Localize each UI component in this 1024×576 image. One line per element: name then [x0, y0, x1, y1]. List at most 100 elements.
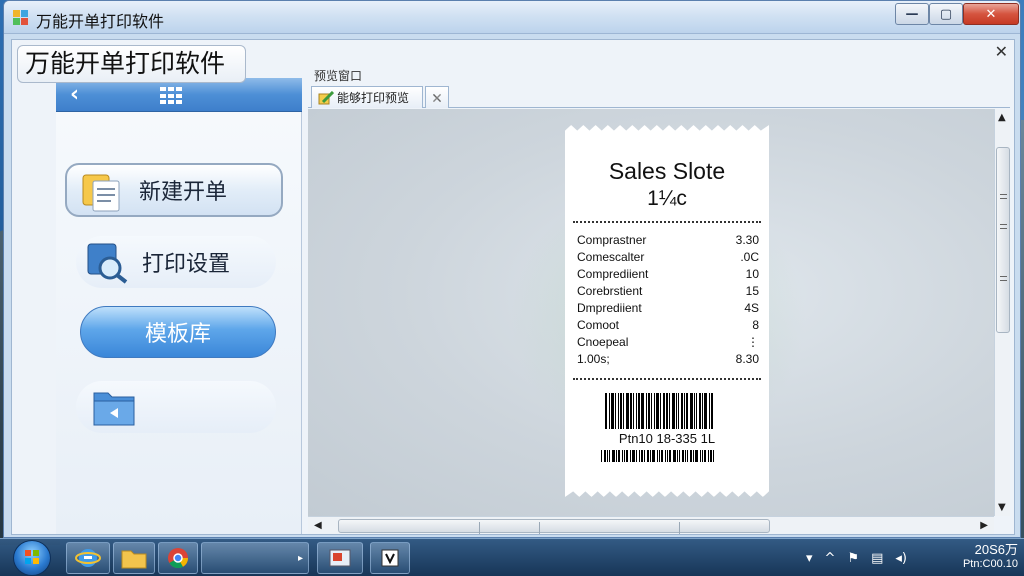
barcode-bar — [647, 450, 649, 462]
vertical-scrollbar[interactable]: ▲ ▼ — [994, 109, 1010, 516]
grid-view-icon[interactable] — [160, 87, 182, 105]
barcode-bar — [639, 450, 640, 462]
barcode-bar — [681, 393, 683, 429]
receipt-divider-bottom — [573, 378, 761, 380]
barcode-bar — [669, 450, 671, 462]
barcode-bar — [616, 450, 617, 462]
print-settings-label: 打印设置 — [142, 252, 231, 277]
barcode-bar — [687, 450, 688, 462]
barcode-bar — [710, 450, 712, 462]
taskbar-print-app-button[interactable] — [370, 542, 410, 574]
barcode-bar — [677, 450, 678, 462]
barcode-bar — [659, 450, 660, 462]
back-arrow-icon[interactable]: ‹ — [70, 82, 79, 107]
navigation-panel: ‹ 新建开单 打印设置 模板库 — [56, 78, 302, 534]
taskbar-app-button[interactable] — [317, 542, 363, 574]
horizontal-scroll-thumb[interactable] — [338, 519, 770, 534]
tray-network-icon[interactable]: ▤ — [871, 551, 883, 566]
barcode-bar — [666, 393, 668, 429]
barcode-bar — [678, 393, 679, 429]
print-settings-button[interactable]: 打印设置 — [76, 236, 276, 288]
preview-caption: 预览窗口 — [314, 69, 363, 83]
barcode-bar — [704, 393, 707, 429]
tray-show-hidden-icon[interactable]: ^ — [825, 551, 836, 566]
barcode-bar — [601, 450, 602, 462]
barcode-bar — [618, 393, 619, 429]
barcode-bar — [632, 450, 635, 462]
barcode-bar — [626, 450, 628, 462]
receipt-row: Comoot 8 — [577, 318, 759, 332]
tray-flag-icon[interactable]: ⚑ — [847, 551, 859, 566]
maximize-button[interactable]: ▢ — [929, 3, 963, 25]
receipt: Sales Slote 1¼c Comprastner 3.30 Comescal… — [565, 125, 769, 497]
minimize-button[interactable]: — — [895, 3, 929, 25]
barcode-bar — [682, 450, 684, 462]
new-order-button[interactable]: 新建开单 — [65, 163, 283, 217]
barcode-bar — [656, 393, 659, 429]
barcode-bar — [650, 450, 651, 462]
horizontal-scrollbar[interactable]: ◀ ▶ — [308, 516, 994, 534]
receipt-row: Comprastner 3.30 — [577, 233, 759, 247]
barcode-bar — [711, 393, 713, 429]
barcode-bar — [676, 393, 677, 429]
vertical-scroll-thumb[interactable] — [996, 147, 1010, 333]
barcode-bar — [636, 450, 637, 462]
panel-close-icon[interactable]: ✕ — [995, 42, 1008, 61]
receipt-row: 1.00s; 8.30 — [577, 352, 759, 366]
thumb-divider — [679, 522, 680, 534]
barcode-bar — [660, 393, 661, 429]
grip-icon — [1000, 194, 1007, 199]
windows-logo-icon — [25, 550, 39, 564]
barcode-bar — [704, 450, 706, 462]
internet-explorer-icon — [75, 549, 101, 567]
barcode-bar — [657, 450, 658, 462]
grip-icon — [1000, 276, 1007, 281]
receipt-row: Comprediient 10 — [577, 267, 759, 281]
receipt-preview-canvas[interactable]: Sales Slote 1¼c Comprastner 3.30 Comescal… — [308, 109, 994, 516]
start-button[interactable] — [13, 540, 51, 576]
barcode-bar — [618, 450, 620, 462]
barcode-number: Ptn10 18-335 1L — [618, 431, 716, 446]
app-logo-icon — [13, 10, 28, 25]
taskbar-explorer-button[interactable] — [113, 542, 155, 574]
barcode-bar — [626, 393, 629, 429]
tray-volume-icon[interactable]: ◂) — [895, 551, 907, 566]
barcode-bar — [641, 450, 643, 462]
barcode-bar — [605, 393, 607, 429]
barcode-bar — [696, 393, 697, 429]
barcode-bar — [615, 393, 616, 429]
clock-time: 20S6万 — [974, 542, 1018, 557]
barcode-bar — [685, 450, 686, 462]
barcode-secondary — [601, 450, 733, 462]
barcode-bar — [684, 393, 685, 429]
barcode-bar — [611, 393, 614, 429]
taskbar-chrome-button[interactable] — [158, 542, 198, 574]
folder-icon — [121, 550, 147, 569]
barcode-bar — [633, 393, 634, 429]
template-library-button[interactable]: 模板库 — [80, 306, 276, 358]
title-bar[interactable]: 万能开单打印软件 — ▢ ✕ — [4, 1, 1020, 34]
scroll-up-arrow-icon[interactable]: ▲ — [998, 112, 1006, 123]
scroll-right-arrow-icon[interactable]: ▶ — [980, 520, 988, 531]
thumb-divider — [479, 522, 480, 534]
barcode-bar — [669, 393, 670, 429]
barcode-bar — [638, 393, 640, 429]
barcode-bar — [636, 393, 637, 429]
barcode-bar — [663, 393, 665, 429]
scroll-left-arrow-icon[interactable]: ◀ — [314, 520, 322, 531]
folder-back-icon — [93, 392, 135, 426]
close-button[interactable]: ✕ — [963, 3, 1019, 25]
print-app-icon — [381, 549, 399, 567]
barcode-bar — [713, 450, 714, 462]
tab-print-preview[interactable]: 能够打印预览 — [311, 86, 423, 108]
taskbar-clock[interactable]: 20S6万 Ptn:C00.10 — [934, 542, 1018, 572]
tray-caret-icon[interactable]: ▾ — [806, 551, 813, 566]
scroll-down-arrow-icon[interactable]: ▼ — [998, 502, 1006, 513]
tab-settings[interactable] — [425, 86, 449, 108]
window-title: 万能开单打印软件 — [36, 12, 165, 31]
barcode-bar — [695, 450, 698, 462]
taskbar-ie-button[interactable] — [66, 542, 110, 574]
barcode-bar — [699, 393, 701, 429]
folder-back-button[interactable] — [76, 381, 276, 433]
taskbar-more-button[interactable]: ▸ — [201, 542, 309, 574]
